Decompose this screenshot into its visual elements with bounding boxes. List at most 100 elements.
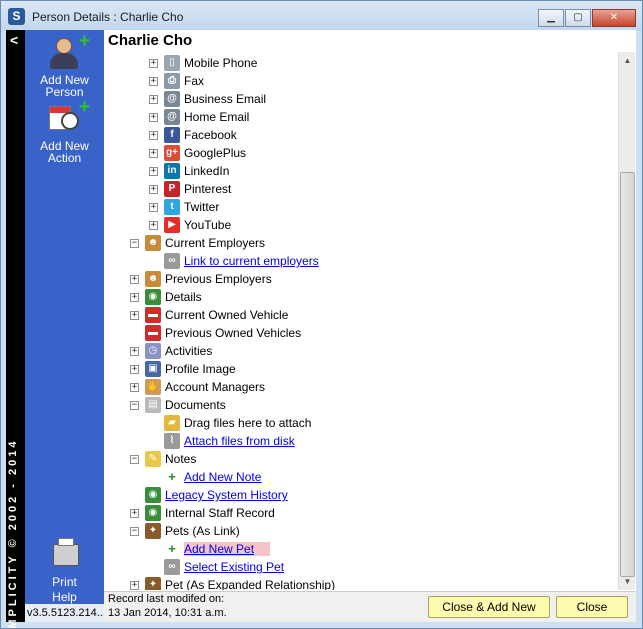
- pet-icon: ✦: [145, 523, 161, 539]
- tree-row[interactable]: + ▣ Profile Image: [130, 360, 236, 378]
- add-new-person-button[interactable]: + Add New Person: [25, 30, 104, 98]
- tree-row[interactable]: + @ Home Email: [149, 108, 249, 126]
- tree-row[interactable]: ▬ Previous Owned Vehicles: [130, 324, 301, 342]
- expand-toggle-icon[interactable]: +: [130, 382, 139, 392]
- tree-row[interactable]: − ☻ Current Employers: [130, 234, 265, 252]
- tree-label: Previous Employers: [165, 272, 272, 286]
- tree-row[interactable]: ▰ Drag files here to attach: [149, 414, 311, 432]
- add-new-action-label: Add New Action: [40, 139, 89, 165]
- vertical-scrollbar[interactable]: ▲ ▼: [618, 52, 635, 590]
- title-bar[interactable]: S Person Details : Charlie Cho ▁ ▢ ✕: [1, 1, 642, 31]
- minimize-button[interactable]: ▁: [538, 9, 564, 27]
- tree-link[interactable]: Legacy System History: [165, 488, 288, 502]
- tree-row[interactable]: − ✎ Notes: [130, 450, 196, 468]
- collapse-toggle-icon[interactable]: −: [130, 238, 139, 248]
- activities-icon: ◷: [145, 343, 161, 359]
- expand-toggle-icon[interactable]: +: [149, 184, 158, 194]
- tree-row[interactable]: + ◉ Internal Staff Record: [130, 504, 275, 522]
- expand-toggle-icon[interactable]: +: [149, 220, 158, 230]
- tree-link[interactable]: Add New Pet: [184, 542, 271, 556]
- add-new-action-button[interactable]: + Add New Action: [25, 97, 104, 165]
- tree-row[interactable]: + ✋ Account Managers: [130, 378, 265, 396]
- expand-toggle-icon: [149, 437, 158, 446]
- plus-icon: +: [168, 469, 176, 484]
- tree-row[interactable]: + ☻ Previous Employers: [130, 270, 272, 288]
- tree-row[interactable]: + ▯ Mobile Phone: [149, 54, 257, 72]
- collapse-toggle-icon[interactable]: −: [130, 454, 139, 464]
- collapse-toggle-icon[interactable]: −: [130, 400, 139, 410]
- tree-link[interactable]: Select Existing Pet: [184, 560, 284, 574]
- expand-toggle-icon[interactable]: +: [130, 580, 139, 590]
- tree-link[interactable]: Attach files from disk: [184, 434, 295, 448]
- tree-label: Mobile Phone: [184, 56, 258, 70]
- tree-label: Current Owned Vehicle: [165, 308, 289, 322]
- expand-toggle-icon[interactable]: +: [149, 58, 158, 68]
- tree-link[interactable]: Add New Note: [184, 470, 261, 484]
- tree-label: Internal Staff Record: [165, 506, 275, 520]
- expand-toggle-icon[interactable]: +: [130, 508, 139, 518]
- expand-toggle-icon[interactable]: +: [149, 202, 158, 212]
- expand-toggle-icon[interactable]: +: [130, 274, 139, 284]
- expand-toggle-icon[interactable]: +: [130, 310, 139, 320]
- tree-row[interactable]: + Add New Note: [149, 468, 261, 486]
- detail-tree: + ▯ Mobile Phone + ⎙ Fax + @ Business Email + @ Hom…: [104, 54, 618, 590]
- tree-row[interactable]: ⌇ Attach files from disk: [149, 432, 295, 450]
- modified-label: Record last modifed on:: [108, 593, 225, 605]
- expand-toggle-icon[interactable]: +: [149, 76, 158, 86]
- expand-toggle-icon[interactable]: +: [149, 130, 158, 140]
- plus-icon: +: [78, 30, 91, 52]
- tree-row[interactable]: + in LinkedIn: [149, 162, 229, 180]
- tree-row[interactable]: − ✦ Pets (As Link): [130, 522, 240, 540]
- tree-link[interactable]: Link to current employers: [184, 254, 319, 268]
- scroll-up-icon[interactable]: ▲: [619, 52, 636, 69]
- facebook-icon: f: [164, 127, 180, 143]
- tree-row[interactable]: + ▶ YouTube: [149, 216, 231, 234]
- profile-image-icon: ▣: [145, 361, 161, 377]
- tree-label: Twitter: [184, 200, 220, 214]
- googleplus-icon: g+: [164, 145, 180, 161]
- close-and-add-new-button[interactable]: Close & Add New: [428, 596, 550, 618]
- tree-row[interactable]: + ◉ Details: [130, 288, 202, 306]
- tree-label: Business Email: [184, 92, 267, 106]
- expand-toggle-icon: [149, 473, 158, 482]
- chain-link-icon: ∞: [164, 559, 180, 575]
- expand-toggle-icon[interactable]: +: [130, 364, 139, 374]
- globe-icon: ◉: [145, 289, 161, 305]
- print-button[interactable]: Print: [25, 538, 104, 588]
- tree-row[interactable]: + Add New Pet: [149, 540, 271, 558]
- tree-row[interactable]: ∞ Select Existing Pet: [149, 558, 284, 576]
- collapse-arrow-icon[interactable]: <: [10, 32, 18, 48]
- help-label: Help: [52, 590, 77, 604]
- collapse-toggle-icon[interactable]: −: [130, 526, 139, 536]
- close-window-button[interactable]: ✕: [592, 9, 636, 27]
- folder-add-icon: ▰: [164, 415, 180, 431]
- tree-row[interactable]: + ⎙ Fax: [149, 72, 204, 90]
- expand-toggle-icon[interactable]: +: [149, 148, 158, 158]
- close-button[interactable]: Close: [556, 596, 628, 618]
- tree-row[interactable]: + @ Business Email: [149, 90, 266, 108]
- tree-row[interactable]: + ✦ Pet (As Expanded Relationship): [130, 576, 335, 590]
- tree-row[interactable]: + P Pinterest: [149, 180, 231, 198]
- expand-toggle-icon[interactable]: +: [149, 94, 158, 104]
- expand-toggle-icon: [130, 491, 139, 500]
- tree-row[interactable]: + ▬ Current Owned Vehicle: [130, 306, 288, 324]
- expand-toggle-icon[interactable]: +: [149, 166, 158, 176]
- tree-row[interactable]: + f Facebook: [149, 126, 237, 144]
- expand-toggle-icon[interactable]: +: [149, 112, 158, 122]
- tree-row[interactable]: + t Twitter: [149, 198, 219, 216]
- tree-row[interactable]: − ▤ Documents: [130, 396, 226, 414]
- tree-label: LinkedIn: [184, 164, 230, 178]
- notes-icon: ✎: [145, 451, 161, 467]
- tree-row[interactable]: + ◷ Activities: [130, 342, 212, 360]
- help-button[interactable]: Help: [25, 591, 104, 603]
- maximize-button[interactable]: ▢: [565, 9, 591, 27]
- tree-row[interactable]: ◉ Legacy System History: [130, 486, 288, 504]
- tree-label: Profile Image: [165, 362, 236, 376]
- tree-row[interactable]: + g+ GooglePlus: [149, 144, 246, 162]
- expand-toggle-icon[interactable]: +: [130, 292, 139, 302]
- tree-label: Pet (As Expanded Relationship): [165, 578, 336, 590]
- scroll-down-icon[interactable]: ▼: [619, 573, 636, 590]
- tree-row[interactable]: ∞ Link to current employers: [149, 252, 319, 270]
- scroll-thumb[interactable]: [620, 172, 635, 577]
- expand-toggle-icon[interactable]: +: [130, 346, 139, 356]
